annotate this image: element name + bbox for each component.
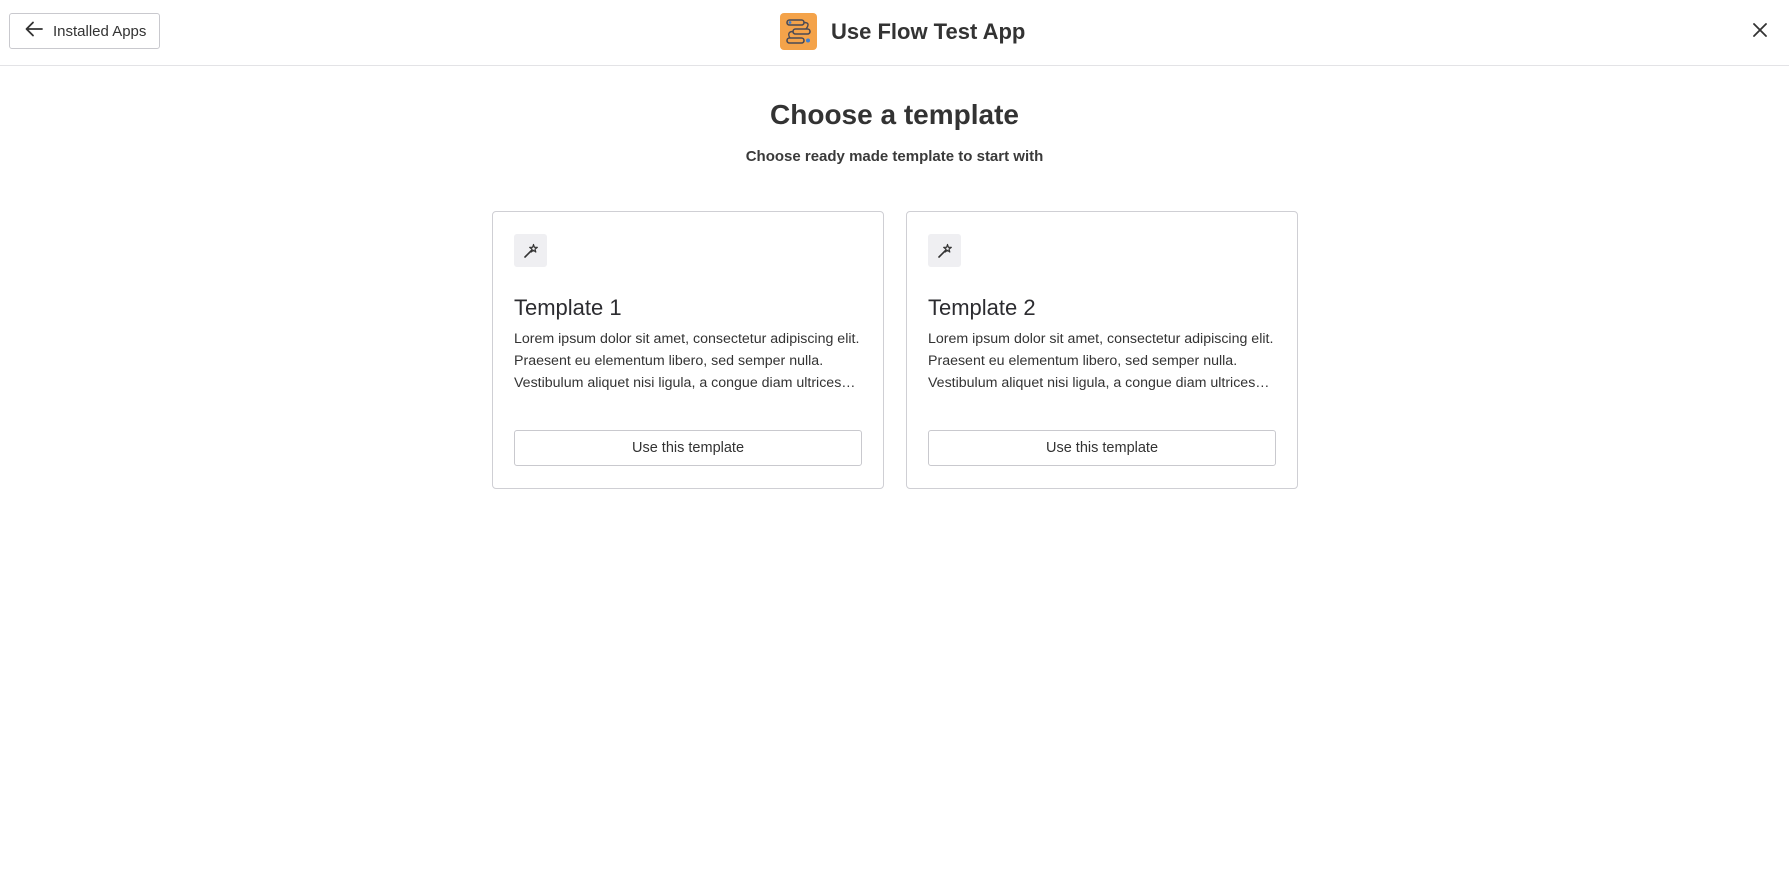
template-description: Lorem ipsum dolor sit amet, consectetur … (928, 331, 1274, 391)
use-template-button[interactable]: Use this template (928, 430, 1276, 466)
template-card: Template 2 Lorem ipsum dolor sit amet, c… (906, 211, 1298, 489)
template-title: Template 1 (514, 295, 622, 320)
close-icon (1753, 22, 1767, 42)
magic-wand-icon (514, 234, 547, 267)
page-title: Choose a template (770, 99, 1019, 130)
app-title-group: Use Flow Test App (780, 13, 1025, 50)
flow-icon (780, 13, 817, 50)
top-bar: Installed Apps Use Flow Test App (0, 0, 1789, 66)
template-card: Template 1 Lorem ipsum dolor sit amet, c… (492, 211, 884, 489)
back-to-installed-apps-button[interactable]: Installed Apps (9, 13, 160, 49)
magic-wand-icon (928, 234, 961, 267)
page-subtitle: Choose ready made template to start with (745, 148, 1044, 165)
use-template-button[interactable]: Use this template (514, 430, 862, 466)
arrow-left-icon (25, 21, 53, 41)
template-title: Template 2 (928, 295, 1036, 320)
close-button[interactable] (1748, 20, 1772, 44)
app-title: Use Flow Test App (831, 18, 1026, 44)
template-description: Lorem ipsum dolor sit amet, consectetur … (514, 331, 860, 391)
back-button-label: Installed Apps (53, 22, 147, 40)
